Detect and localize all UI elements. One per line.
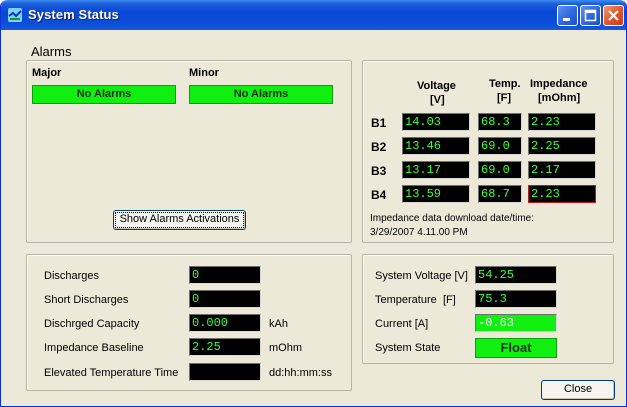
battery-impedance-value: 2.23 xyxy=(528,113,596,131)
close-window-button[interactable] xyxy=(603,5,624,26)
app-icon xyxy=(8,8,22,22)
temperature-value: 75.3 xyxy=(475,290,557,308)
capacity-value: 0.000 xyxy=(189,314,261,332)
temperature-label: Temperature xyxy=(375,294,437,306)
capacity-label: Dischrged Capacity xyxy=(44,318,140,330)
system-state-label: System State xyxy=(375,342,441,354)
voltage-unit: [V] xyxy=(430,94,445,106)
close-button[interactable]: Close xyxy=(541,380,615,400)
short-discharges-value: 0 xyxy=(189,290,261,308)
system-voltage-label: System Voltage [V] xyxy=(375,270,468,282)
impedance-header: Impedance xyxy=(530,78,588,90)
major-alarm-status: No Alarms xyxy=(32,85,176,104)
impedance-download-value: 3/29/2007 4.11.00 PM xyxy=(370,227,468,238)
alarms-panel: Major Minor No Alarms No Alarms Show Ala… xyxy=(26,60,352,243)
battery-impedance-value: 2.17 xyxy=(528,161,596,179)
impedance-baseline-value: 2.25 xyxy=(189,338,261,356)
title-bar[interactable]: System Status xyxy=(1,0,626,30)
battery-temp-value: 69.0 xyxy=(478,137,522,155)
system-panel: System Voltage [V] 54.25 Temperature [F]… xyxy=(362,254,614,364)
show-alarms-activations-button[interactable]: Show Alarms Activations xyxy=(113,210,246,230)
elevated-temperature-value xyxy=(189,363,261,381)
current-label: Current [A] xyxy=(375,318,429,330)
battery-voltage-value: 14.03 xyxy=(402,113,470,131)
capacity-unit: kAh xyxy=(269,318,288,330)
battery-row-label: B1 xyxy=(371,116,387,130)
current-value: -0.63 xyxy=(475,314,557,332)
temp-unit: [F] xyxy=(497,92,512,104)
discharges-value: 0 xyxy=(189,266,261,284)
battery-impedance-value: 2.25 xyxy=(528,137,596,155)
minimize-icon xyxy=(563,18,570,21)
battery-row-label: B3 xyxy=(371,164,387,178)
battery-impedance-value: 2.23 xyxy=(528,185,596,203)
impedance-unit: [mOhm] xyxy=(538,92,581,104)
battery-row-label: B2 xyxy=(371,140,387,154)
elevated-temperature-label: Elevated Temperature Time xyxy=(44,367,179,379)
battery-temp-value: 69.0 xyxy=(478,161,522,179)
maximize-icon xyxy=(584,9,597,22)
battery-voltage-value: 13.17 xyxy=(402,161,470,179)
impedance-download-label: Impedance data download date/time: xyxy=(370,213,534,224)
short-discharges-label: Short Discharges xyxy=(44,294,129,306)
battery-panel: Voltage [V] Temp. [F] Impedance [mOhm] B… xyxy=(362,60,614,243)
statistics-panel: Discharges 0 Short Discharges 0 Dischrge… xyxy=(26,254,352,391)
system-voltage-value: 54.25 xyxy=(475,266,557,284)
window-title: System Status xyxy=(28,7,119,22)
temp-header: Temp. xyxy=(489,78,521,90)
discharges-label: Discharges xyxy=(44,270,100,282)
battery-voltage-value: 13.46 xyxy=(402,137,470,155)
battery-temp-value: 68.7 xyxy=(478,185,522,203)
battery-voltage-value: 13.59 xyxy=(402,185,470,203)
voltage-header: Voltage xyxy=(417,80,456,92)
minimize-button[interactable] xyxy=(557,5,578,26)
system-status-window: System Status Alarms Major Minor No Alar… xyxy=(0,0,627,407)
battery-row-label: B4 xyxy=(371,188,387,202)
impedance-baseline-unit: mOhm xyxy=(269,342,302,354)
close-icon xyxy=(608,10,619,21)
battery-temp-value: 68.3 xyxy=(478,113,522,131)
system-state-value: Float xyxy=(475,338,557,358)
minor-alarm-status: No Alarms xyxy=(189,85,333,104)
maximize-button[interactable] xyxy=(580,5,601,26)
temperature-unit: [F] xyxy=(443,294,456,306)
elevated-temperature-unit: dd:hh:mm:ss xyxy=(269,367,332,379)
alarms-heading: Alarms xyxy=(31,44,72,59)
impedance-baseline-label: Impedance Baseline xyxy=(44,342,144,354)
minor-label: Minor xyxy=(189,67,219,79)
major-label: Major xyxy=(32,67,62,79)
